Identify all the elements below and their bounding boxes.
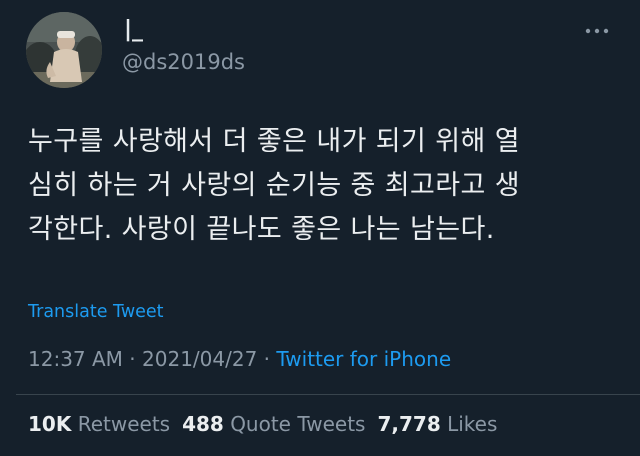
tweet-source-link[interactable]: Twitter for iPhone: [276, 347, 451, 371]
display-name[interactable]: |_: [124, 16, 143, 44]
avatar[interactable]: [26, 12, 102, 88]
tweet-date[interactable]: 2021/04/27: [142, 347, 257, 371]
likes-count: 7,778: [377, 412, 441, 436]
tweet-text-line: 누구를 사랑해서 더 좋은 내가 되기 위해 열: [28, 126, 520, 157]
engagement-stats: 10K Retweets 488 Quote Tweets 7,778 Likes: [28, 410, 497, 438]
translate-tweet-link[interactable]: Translate Tweet: [28, 300, 164, 324]
retweets-label: Retweets: [77, 412, 171, 436]
tweet-card: |_ @ds2019ds 누구를 사랑해서 더 좋은 내가 되기 위해 열 심히…: [0, 0, 640, 456]
meta-separator: ·: [257, 347, 277, 371]
likes-label: Likes: [447, 412, 498, 436]
tweet-time[interactable]: 12:37 AM: [28, 347, 123, 371]
more-options-button[interactable]: [582, 20, 612, 40]
tweet-text: 누구를 사랑해서 더 좋은 내가 되기 위해 열 심히 하는 거 사랑의 순기능…: [28, 120, 618, 252]
divider: [16, 394, 640, 395]
tweet-text-line: 심히 하는 거 사랑의 순기능 중 최고라고 생: [28, 170, 520, 201]
quote-tweets-count: 488: [182, 412, 224, 436]
retweets-stat[interactable]: 10K Retweets: [28, 412, 170, 436]
username-handle[interactable]: @ds2019ds: [122, 49, 245, 75]
quote-tweets-stat[interactable]: 488 Quote Tweets: [182, 412, 365, 436]
avatar-photo: [26, 12, 102, 88]
likes-stat[interactable]: 7,778 Likes: [377, 412, 497, 436]
retweets-count: 10K: [28, 412, 72, 436]
more-horizontal-icon: [585, 28, 609, 34]
tweet-text-line: 각한다. 사랑이 끝나도 좋은 나는 남는다.: [28, 214, 495, 245]
meta-separator: ·: [122, 347, 143, 371]
tweet-metadata: 12:37 AM · 2021/04/27 · Twitter for iPho…: [28, 345, 451, 373]
quote-tweets-label: Quote Tweets: [230, 412, 366, 436]
